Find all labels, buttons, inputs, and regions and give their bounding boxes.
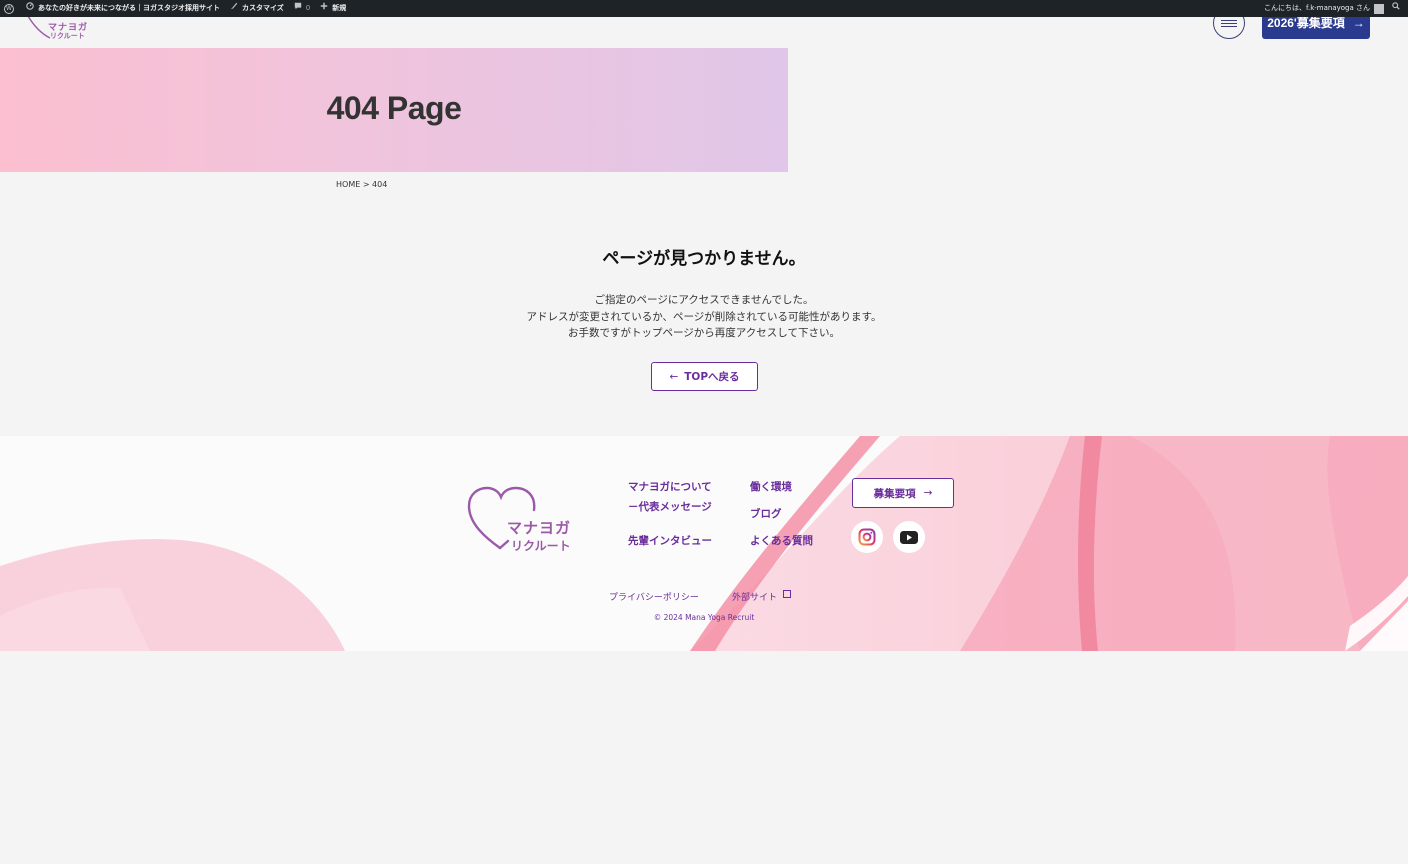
footer-link-message[interactable]: －代表メッセージ [628, 499, 712, 514]
page-hero: 404 Page [0, 48, 788, 172]
arrow-left-icon: ← [669, 370, 679, 383]
footer-link-faq[interactable]: よくある質問 [750, 533, 813, 548]
admin-new-label: 新規 [332, 4, 347, 12]
youtube-icon[interactable] [893, 521, 925, 553]
external-link-icon [783, 590, 792, 598]
footer-link-environment[interactable]: 働く環境 [750, 479, 792, 494]
arrow-right-icon: → [923, 487, 933, 499]
admin-bar: W あなたの好きが未来につながる｜ヨガスタジオ採用サイト カスタマイズ 0 新規 [0, 0, 1408, 17]
page-title: 404 Page [326, 90, 462, 126]
admin-new-link[interactable]: 新規 [320, 0, 346, 17]
admin-site-link[interactable]: あなたの好きが未来につながる｜ヨガスタジオ採用サイト [26, 0, 220, 17]
site-logo-text-2: リクルート [50, 32, 85, 40]
footer-logo-text-1: マナヨガ [507, 519, 572, 537]
footer-link-interview[interactable]: 先輩インタビュー [628, 533, 712, 548]
copyright: © 2024 Mana Yoga Recruit [653, 613, 755, 622]
search-icon[interactable] [1392, 0, 1400, 17]
admin-greeting[interactable]: こんにちは、f.k-manayoga さん [1264, 0, 1370, 17]
admin-comments-link[interactable]: 0 [294, 0, 310, 17]
footer-link-about[interactable]: マナヨガについて [628, 479, 712, 494]
footer-recruit-button[interactable]: 募集要項 → [852, 478, 954, 508]
back-to-top-button[interactable]: ← TOPへ戻る [651, 362, 758, 391]
admin-customize-link[interactable]: カスタマイズ [230, 0, 284, 17]
arrow-right-icon: → [1352, 15, 1365, 30]
plus-icon [320, 0, 328, 17]
dashboard-icon [26, 0, 34, 17]
not-found-line: アドレスが変更されているか、ページが削除されている可能性があります。 [526, 310, 882, 323]
not-found-heading: ページが見つかりません。 [602, 249, 806, 269]
footer-link-blog[interactable]: ブログ [750, 506, 782, 521]
admin-site-name: あなたの好きが未来につながる｜ヨガスタジオ採用サイト [38, 4, 220, 12]
wordpress-logo-icon[interactable]: W [4, 3, 14, 14]
instagram-icon[interactable] [851, 521, 883, 553]
footer-link-external-label: 外部サイト [732, 593, 778, 603]
footer-link-privacy[interactable]: プライバシーポリシー [609, 590, 699, 603]
admin-customize-label: カスタマイズ [242, 4, 284, 12]
not-found-line: お手数ですがトップページから再度アクセスして下さい。 [568, 327, 840, 339]
customize-brush-icon [230, 0, 238, 17]
comment-icon [294, 0, 302, 17]
footer-logo[interactable]: マナヨガ リクルート [466, 486, 586, 558]
footer-link-external[interactable]: 外部サイト [732, 590, 792, 603]
back-to-top-label: TOPへ戻る [684, 371, 740, 383]
not-found-message: ご指定のページにアクセスできませんでした。 アドレスが変更されているか、ページが… [0, 292, 1408, 342]
breadcrumb[interactable]: HOME > 404 [336, 180, 387, 189]
not-found-line: ご指定のページにアクセスできませんでした。 [594, 294, 814, 306]
footer-recruit-label: 募集要項 [873, 487, 916, 500]
admin-comments-count: 0 [305, 4, 311, 12]
avatar[interactable] [1374, 3, 1384, 14]
footer-logo-text-2: リクルート [511, 539, 571, 553]
